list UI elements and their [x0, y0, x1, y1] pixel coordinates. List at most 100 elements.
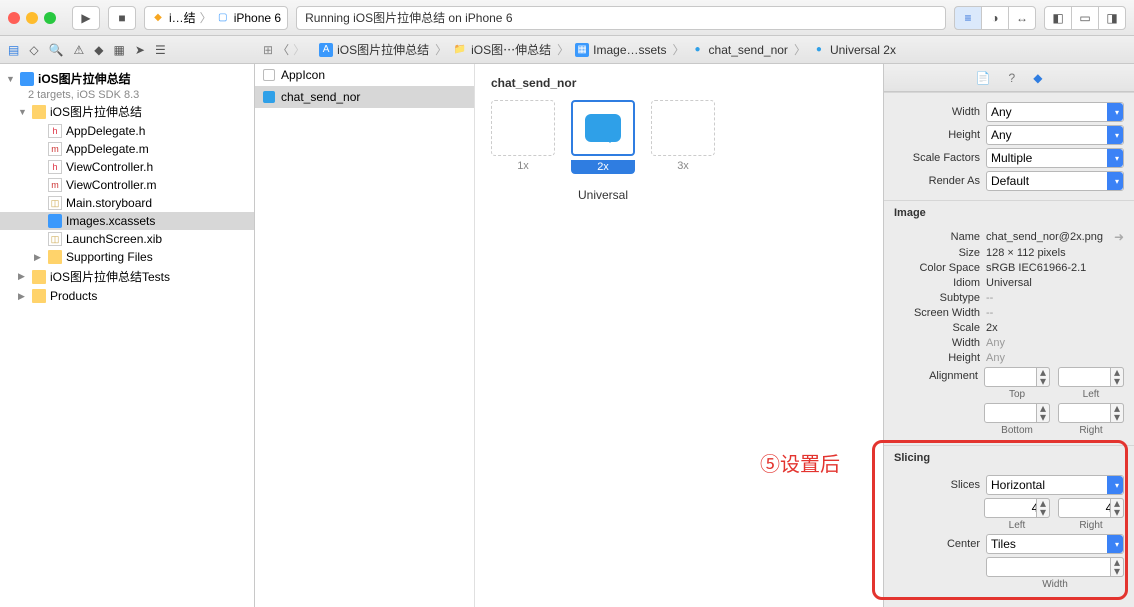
inspector-tabs: 📄 ? ◆ [884, 64, 1134, 92]
reveal-icon[interactable]: ➜ [1114, 230, 1124, 244]
slot-1x[interactable]: 1x [491, 100, 555, 174]
width-select[interactable]: Any▾ [986, 102, 1124, 122]
folder-icon [32, 270, 46, 284]
version-editor-button[interactable]: ↔ [1008, 6, 1036, 30]
slot-2x-label: 2x [571, 160, 635, 174]
nav-file-xcassets[interactable]: Images.xcassets [0, 212, 254, 230]
project-nav-tab[interactable]: ▤ [8, 43, 19, 57]
image-name-value: chat_send_nor@2x.png [986, 231, 1104, 243]
align-top-input[interactable]: 0▴▾ [984, 367, 1050, 387]
crumb-group[interactable]: 📁iOS图⋯伸总结〉 [453, 41, 571, 58]
slice-width-input[interactable]: 1▴▾ [986, 557, 1124, 577]
nav-supporting-files[interactable]: ▶Supporting Files [0, 248, 254, 266]
subtype-value: -- [986, 292, 1124, 304]
screen-width-value: -- [986, 307, 1124, 319]
asset-appicon[interactable]: AppIcon [255, 64, 474, 86]
align-bottom-input[interactable]: 0▴▾ [984, 403, 1050, 423]
test-nav-tab[interactable]: ◆ [94, 43, 103, 57]
crumb-imageset[interactable]: ●chat_send_nor〉 [691, 41, 808, 58]
asset-editor: AppIcon chat_send_nor chat_send_nor 1x 2… [255, 64, 884, 607]
assistant-editor-button[interactable]: ◑ [981, 6, 1009, 30]
imageset-icon: ● [691, 43, 705, 57]
scale-factors-select[interactable]: Multiple▾ [986, 148, 1124, 168]
run-button[interactable]: ▶ [72, 6, 100, 30]
nav-file-launchscreen[interactable]: ◫LaunchScreen.xib [0, 230, 254, 248]
well-3x[interactable] [651, 100, 715, 156]
slices-select[interactable]: Horizontal▾ [986, 475, 1124, 495]
align-right-input[interactable]: 0▴▾ [1058, 403, 1124, 423]
find-nav-tab[interactable]: 🔍 [49, 43, 64, 57]
nav-file-storyboard[interactable]: ◫Main.storyboard [0, 194, 254, 212]
project-icon: A [319, 43, 333, 57]
zoom-window[interactable] [44, 12, 56, 24]
asset-list: AppIcon chat_send_nor [255, 64, 475, 607]
m-file-icon: m [48, 178, 62, 192]
minimize-window[interactable] [26, 12, 38, 24]
well-1x[interactable] [491, 100, 555, 156]
color-space-value: sRGB IEC61966-2.1 [986, 262, 1124, 274]
activity-status: Running iOS图片拉伸总结 on iPhone 6 [296, 6, 946, 30]
back-button[interactable]: 〈 [277, 41, 289, 58]
device-icon: ▢ [216, 11, 230, 25]
nav-project-row[interactable]: ▼iOS图片拉伸总结 [0, 68, 254, 89]
image-section-header: Image [884, 200, 1134, 221]
xib-icon: ◫ [48, 232, 62, 246]
folder-icon [32, 289, 46, 303]
crumb-slot[interactable]: ●Universal 2x [812, 43, 896, 57]
forward-button[interactable]: 〉 [293, 41, 305, 58]
image-section: Namechat_send_nor@2x.png➜ Size128 × 112 … [884, 221, 1134, 445]
slot-3x[interactable]: 3x [651, 100, 715, 174]
app-icon: ◆ [151, 11, 165, 25]
nav-file-appdelegate-m[interactable]: mAppDelegate.m [0, 140, 254, 158]
scheme-selector[interactable]: ◆ i…结 〉 ▢ iPhone 6 [144, 6, 288, 30]
center-select[interactable]: Tiles▾ [986, 534, 1124, 554]
toolbar: ▶ ■ ◆ i…结 〉 ▢ iPhone 6 Running iOS图片拉伸总结… [0, 0, 1134, 36]
well-2x[interactable] [571, 100, 635, 156]
appicon-icon [263, 69, 275, 81]
img-height-value: Any [986, 352, 1124, 364]
nav-file-viewcontroller-m[interactable]: mViewController.m [0, 176, 254, 194]
close-window[interactable] [8, 12, 20, 24]
nav-file-appdelegate-h[interactable]: hAppDelegate.h [0, 122, 254, 140]
attributes-inspector-tab[interactable]: ◆ [1033, 71, 1042, 85]
slot-group-label: Universal [491, 188, 715, 202]
report-nav-tab[interactable]: ☰ [155, 43, 166, 57]
crumb-project[interactable]: AiOS图片拉伸总结〉 [319, 41, 449, 58]
crumb-assets[interactable]: ▦Image…ssets〉 [575, 41, 686, 58]
nav-products-group[interactable]: ▶Products [0, 287, 254, 305]
standard-editor-button[interactable]: ≡ [954, 6, 982, 30]
h-file-icon: h [48, 160, 62, 174]
render-as-select[interactable]: Default▾ [986, 171, 1124, 191]
slice-right-input[interactable]: 49▴▾ [1058, 498, 1124, 518]
file-inspector-tab[interactable]: 📄 [976, 71, 991, 85]
slot-2x[interactable]: 2x [571, 100, 635, 174]
storyboard-icon: ◫ [48, 196, 62, 210]
height-select[interactable]: Any▾ [986, 125, 1124, 145]
image-size-value: 128 × 112 pixels [986, 247, 1124, 259]
related-items-icon[interactable]: ⊞ [263, 43, 273, 57]
quick-help-tab[interactable]: ? [1009, 71, 1016, 85]
xcassets-icon [48, 214, 62, 228]
scheme-device-label: iPhone 6 [234, 11, 281, 25]
nav-tests-group[interactable]: ▶iOS图片拉伸总结Tests [0, 266, 254, 287]
toggle-utilities-button[interactable]: ◨ [1098, 6, 1126, 30]
asset-chat-send-nor[interactable]: chat_send_nor [255, 86, 474, 108]
slice-left-input[interactable]: 49▴▾ [984, 498, 1050, 518]
scale-value: 2x [986, 322, 1124, 334]
main-area: ▼iOS图片拉伸总结 2 targets, iOS SDK 8.3 ▼iOS图片… [0, 64, 1134, 607]
imageset-icon [263, 91, 275, 103]
symbol-nav-tab[interactable]: ◇ [29, 43, 38, 57]
slot-3x-label: 3x [651, 160, 715, 172]
stop-button[interactable]: ■ [108, 6, 136, 30]
asset-canvas: chat_send_nor 1x 2x 3x Uni [475, 64, 883, 607]
nav-group-row[interactable]: ▼iOS图片拉伸总结 [0, 101, 254, 122]
debug-nav-tab[interactable]: ▦ [114, 43, 125, 57]
toggle-debug-button[interactable]: ▭ [1071, 6, 1099, 30]
project-icon [20, 72, 34, 86]
breakpoint-nav-tab[interactable]: ➤ [135, 43, 145, 57]
folder-icon [32, 105, 46, 119]
issue-nav-tab[interactable]: ⚠ [74, 43, 85, 57]
nav-file-viewcontroller-h[interactable]: hViewController.h [0, 158, 254, 176]
align-left-input[interactable]: 0▴▾ [1058, 367, 1124, 387]
toggle-navigator-button[interactable]: ◧ [1044, 6, 1072, 30]
